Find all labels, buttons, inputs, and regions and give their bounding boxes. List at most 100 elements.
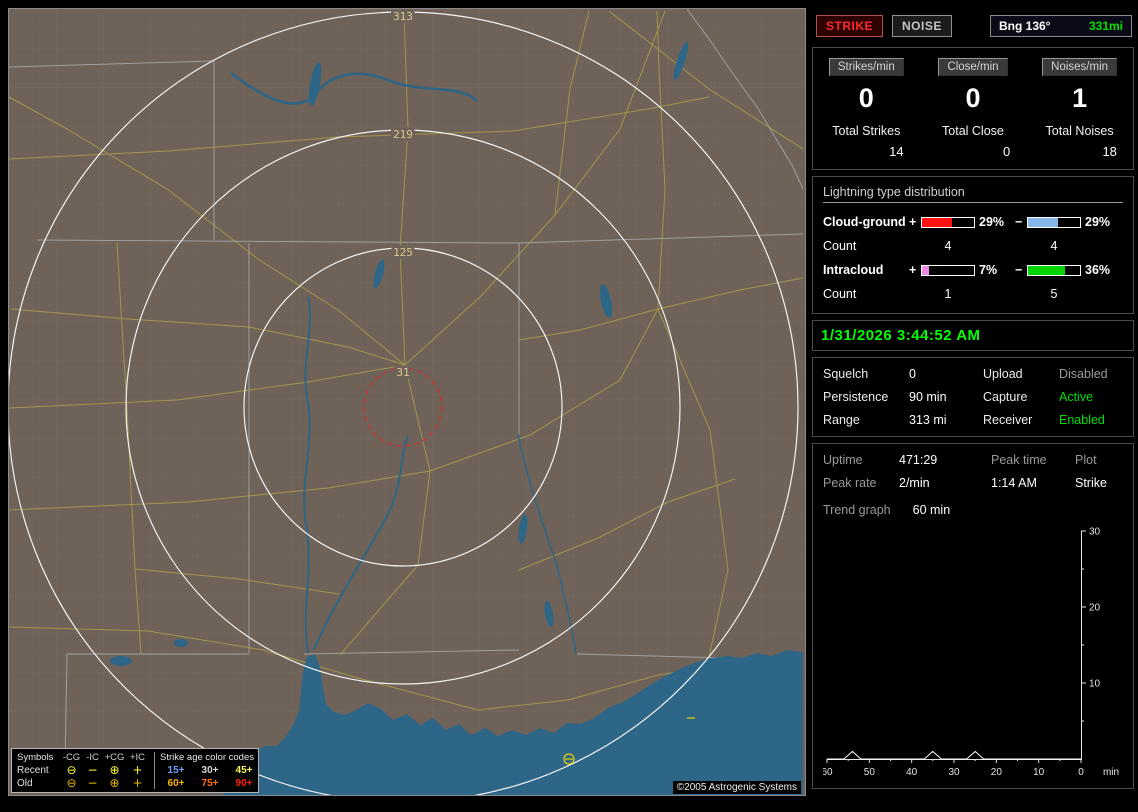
cg-negative-pct: 29% — [1085, 215, 1111, 229]
svg-text:10: 10 — [1033, 767, 1045, 777]
total-noises-value: 18 — [1102, 144, 1117, 159]
rates-section: Strikes/min 0 Total Strikes 14 Close/min… — [812, 47, 1134, 170]
legend-symbols-title: Symbols — [17, 752, 54, 763]
total-close-label: Total Close — [942, 124, 1004, 138]
neg-cg-recent-icon: ⊖ — [66, 763, 77, 777]
neg-ic-recent-icon: − — [87, 763, 98, 777]
upload-status: Disabled — [1059, 367, 1108, 381]
strike-button[interactable]: STRIKE — [816, 14, 884, 37]
intracloud-label: Intracloud — [823, 263, 884, 277]
copyright-text: ©2005 Astrogenic Systems — [672, 781, 801, 794]
minus-sign-2: − — [1015, 263, 1023, 277]
noise-button[interactable]: NOISE — [892, 14, 952, 37]
radar-map[interactable]: 313 219 125 31 Symbols -CG -IC +CG +IC S… — [8, 8, 806, 796]
trend-graph-label: Trend graph — [823, 503, 891, 517]
ic-count-label: Count — [823, 287, 857, 301]
ic-negative-pct: 36% — [1085, 263, 1111, 277]
squelch-label: Squelch — [823, 367, 869, 381]
neg-cg-old-icon: ⊖ — [66, 776, 77, 790]
age-code-60: 60+ — [167, 778, 185, 789]
svg-text:30: 30 — [1089, 527, 1101, 538]
plus-sign-2: + — [909, 263, 917, 277]
range-value: 313 mi — [909, 413, 947, 427]
total-close-value: 0 — [1003, 144, 1011, 159]
receiver-status: Enabled — [1059, 413, 1105, 427]
age-code-90: 90+ — [235, 778, 253, 789]
peak-rate-label: Peak rate — [823, 476, 877, 490]
uptime-label: Uptime — [823, 453, 863, 467]
upload-label: Upload — [983, 367, 1023, 381]
cg-positive-bar — [921, 216, 975, 228]
bearing-readout: Bng 136° 331mi — [990, 14, 1132, 37]
bearing-range-value: 331mi — [1088, 18, 1123, 33]
svg-text:0: 0 — [1078, 767, 1084, 777]
pos-cg-recent-icon: ⊕ — [109, 763, 120, 777]
cg-positive-pct: 29% — [979, 215, 1005, 229]
capture-label: Capture — [983, 390, 1028, 404]
plot-label: Plot — [1075, 453, 1097, 467]
squelch-value: 0 — [909, 367, 916, 381]
distribution-section: Lightning type distribution Cloud-ground… — [812, 176, 1134, 314]
map-legend: Symbols -CG -IC +CG +IC Strike age color… — [11, 748, 259, 793]
ring-label-31: 31 — [396, 366, 409, 379]
bearing-value: Bng 136° — [999, 18, 1051, 33]
noises-per-min-button[interactable]: Noises/min — [1042, 58, 1118, 76]
persistence-label: Persistence — [823, 390, 889, 404]
legend-col-neg-cg: -CG — [62, 752, 81, 763]
svg-text:min: min — [1103, 767, 1119, 777]
cg-negative-count: 4 — [1050, 239, 1058, 253]
cg-count-label: Count — [823, 239, 857, 253]
range-label: Range — [823, 413, 860, 427]
peak-time-value: 1:14 AM — [991, 476, 1037, 490]
settings-section: Squelch 0 Upload Disabled Persistence 90… — [812, 357, 1134, 437]
cloud-ground-label: Cloud-ground — [823, 215, 906, 229]
ic-positive-count: 1 — [944, 287, 952, 301]
age-code-75: 75+ — [201, 778, 219, 789]
ring-label-313: 313 — [393, 10, 413, 23]
ring-label-125: 125 — [393, 246, 413, 259]
total-strikes-label: Total Strikes — [832, 124, 901, 138]
trend-graph-window: 60 min — [912, 503, 951, 517]
ic-positive-pct: 7% — [979, 263, 998, 277]
legend-divider — [153, 752, 155, 789]
control-panel: STRIKE NOISE Bng 136° 331mi Strikes/min … — [812, 8, 1134, 804]
svg-text:20: 20 — [1089, 603, 1101, 614]
svg-text:60: 60 — [823, 767, 833, 777]
cg-negative-bar — [1027, 216, 1081, 228]
strikes-per-min-button[interactable]: Strikes/min — [828, 58, 904, 76]
svg-text:30: 30 — [948, 767, 960, 777]
pos-cg-old-icon: ⊕ — [109, 776, 120, 790]
legend-old-label: Old — [17, 778, 33, 789]
trend-graph: 60 50 40 30 20 10 0 min 10 20 30 — [821, 525, 1123, 782]
legend-recent-label: Recent — [17, 765, 49, 776]
close-per-min-value: 0 — [965, 83, 981, 113]
neg-ic-old-icon: − — [87, 776, 98, 790]
cg-positive-count: 4 — [944, 239, 952, 253]
clock-section: 1/31/2026 3:44:52 AM — [812, 320, 1134, 351]
svg-text:20: 20 — [991, 767, 1003, 777]
mode-row: STRIKE NOISE Bng 136° 331mi — [816, 13, 1132, 38]
total-strikes-value: 14 — [889, 144, 904, 159]
legend-age-title: Strike age color codes — [160, 752, 254, 763]
age-code-30: 30+ — [201, 765, 219, 776]
pos-ic-old-icon: + — [132, 776, 143, 790]
age-code-15: 15+ — [167, 765, 185, 776]
ring-label-219: 219 — [393, 128, 413, 141]
minus-sign: − — [1015, 215, 1023, 229]
ic-positive-bar — [921, 264, 975, 276]
noises-per-min-value: 1 — [1072, 83, 1088, 113]
plot-value: Strike — [1075, 476, 1107, 490]
strikes-per-min-value: 0 — [858, 83, 874, 113]
ic-negative-count: 5 — [1050, 287, 1058, 301]
trend-graph-canvas: 60 50 40 30 20 10 0 min 10 20 30 — [821, 527, 1119, 779]
age-code-45: 45+ — [235, 765, 253, 776]
svg-text:50: 50 — [864, 767, 876, 777]
receiver-label: Receiver — [983, 413, 1033, 427]
peak-time-label: Peak time — [991, 453, 1047, 467]
datetime-display: 1/31/2026 3:44:52 AM — [821, 327, 981, 344]
close-per-min-button[interactable]: Close/min — [938, 58, 1008, 76]
total-noises-label: Total Noises — [1045, 124, 1114, 138]
ic-negative-bar — [1027, 264, 1081, 276]
pos-ic-recent-icon: + — [132, 763, 143, 777]
legend-col-pos-ic: +IC — [129, 752, 146, 763]
